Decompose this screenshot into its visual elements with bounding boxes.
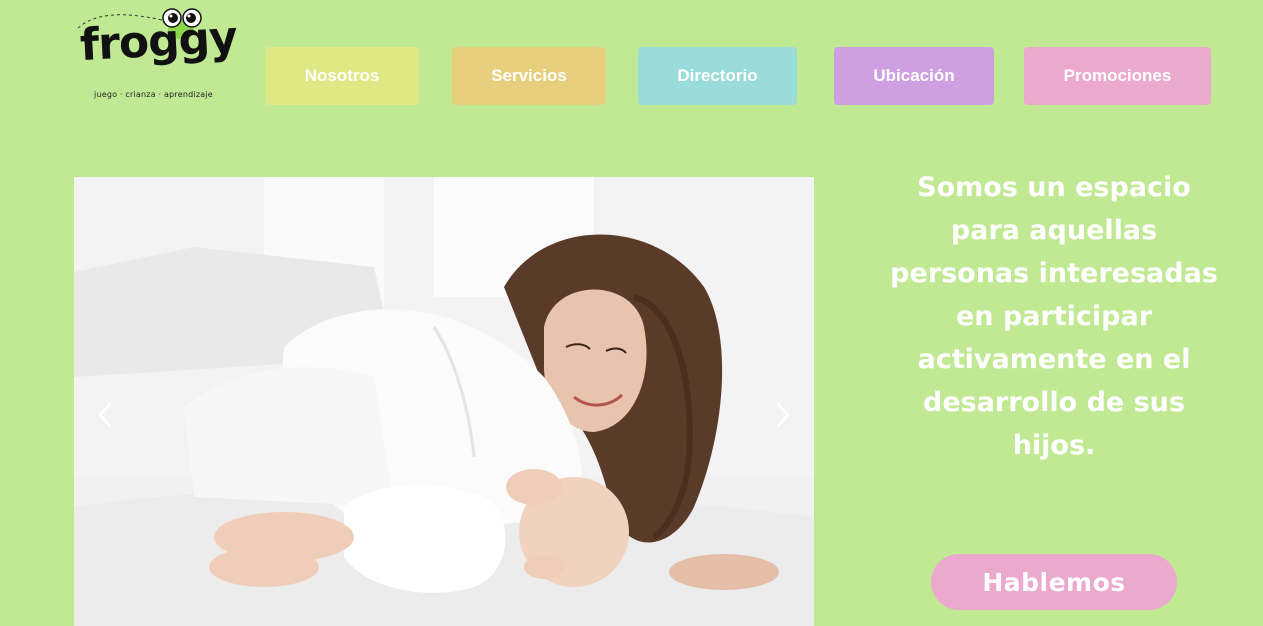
carousel-prev-button[interactable]: [90, 400, 120, 430]
chevron-right-icon: [776, 402, 790, 428]
brand-tagline: juego · crianza · aprendizaje: [94, 90, 213, 99]
hero-headline: Somos un espacio para aquellas personas …: [890, 172, 1218, 461]
hero-photo: [74, 177, 814, 626]
brand-name: froggy: [78, 11, 238, 72]
nav-directorio-button[interactable]: Directorio: [638, 47, 797, 105]
hero-carousel[interactable]: [74, 177, 814, 626]
hablemos-button[interactable]: Hablemos: [931, 554, 1177, 610]
carousel-next-button[interactable]: [768, 400, 798, 430]
nav-ubicacion-button[interactable]: Ubicación: [834, 47, 994, 105]
nav-nosotros-button[interactable]: Nosotros: [265, 47, 419, 105]
nav-servicios-button[interactable]: Servicios: [452, 47, 606, 105]
chevron-left-icon: [98, 402, 112, 428]
brand-logo[interactable]: froggy juego · crianza · aprendizaje: [76, 6, 238, 104]
nav-promociones-button[interactable]: Promociones: [1024, 47, 1211, 105]
